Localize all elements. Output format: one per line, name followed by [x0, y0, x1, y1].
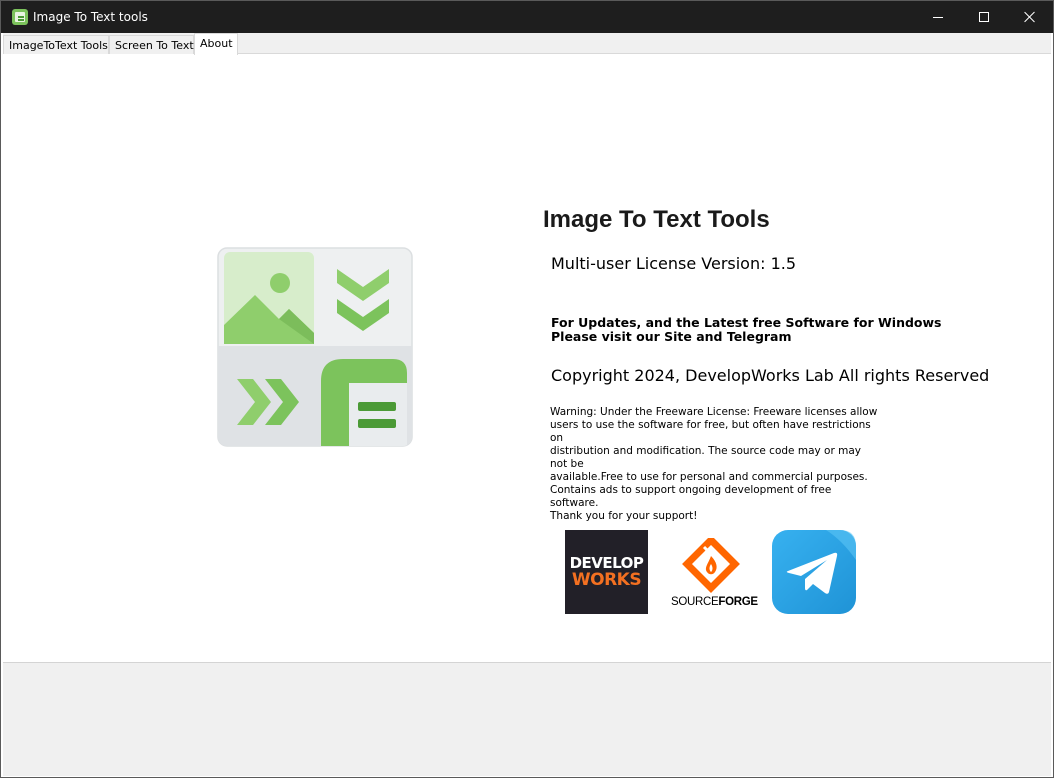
- sourceforge-text-bold: FORGE: [718, 596, 758, 608]
- developworks-link[interactable]: DEVELOP WORKS: [565, 530, 648, 614]
- telegram-icon[interactable]: [772, 530, 856, 614]
- about-panel: Image To Text Tools Multi-user License V…: [3, 54, 1051, 662]
- close-icon: [1024, 11, 1036, 23]
- tab-imagetotext-tools[interactable]: ImageToText Tools: [3, 35, 109, 54]
- updates-line-1: For Updates, and the Latest free Softwar…: [551, 315, 942, 330]
- sourceforge-icon: [682, 535, 740, 593]
- sourceforge-text-light: SOURCE: [671, 596, 719, 608]
- app-icon: [12, 9, 28, 25]
- tab-about[interactable]: About: [194, 33, 238, 55]
- developworks-logo-line2: WORKS: [571, 570, 642, 590]
- updates-line-2: Please visit our Site and Telegram: [551, 329, 792, 344]
- warning-line: Contains ads to support ongoing developm…: [550, 484, 832, 509]
- window-title: Image To Text tools: [33, 10, 148, 24]
- maximize-button[interactable]: [961, 1, 1007, 33]
- app-name-heading: Image To Text Tools: [543, 206, 770, 233]
- copyright-label: Copyright 2024, DevelopWorks Lab All rig…: [551, 366, 990, 385]
- warning-line: distribution and modification. The sourc…: [550, 445, 862, 470]
- minimize-button[interactable]: [915, 1, 961, 33]
- tab-screen-to-text[interactable]: Screen To Text: [109, 35, 194, 54]
- warning-line: Warning: Under the Freeware License: Fre…: [550, 406, 878, 418]
- tab-strip: ImageToText Tools Screen To Text About: [3, 33, 1051, 55]
- updates-notice: For Updates, and the Latest free Softwar…: [551, 316, 942, 344]
- maximize-icon: [979, 12, 989, 22]
- app-logo-icon: [217, 247, 413, 447]
- app-window: Image To Text tools ImageToText Tools Sc…: [0, 0, 1054, 778]
- warning-line: available.Free to use for personal and c…: [550, 471, 868, 483]
- warning-line: Thank you for your support!: [550, 510, 698, 522]
- version-label: Multi-user License Version: 1.5: [551, 254, 797, 273]
- license-warning: Warning: Under the Freeware License: Fre…: [550, 406, 880, 523]
- sourceforge-wordmark: SOURCEFORGE: [671, 596, 758, 608]
- sourceforge-link[interactable]: SOURCEFORGE: [667, 535, 758, 616]
- status-area: [3, 662, 1051, 776]
- warning-line: users to use the software for free, but …: [550, 419, 871, 444]
- close-button[interactable]: [1007, 1, 1053, 33]
- minimize-icon: [933, 16, 943, 18]
- title-bar[interactable]: Image To Text tools: [1, 1, 1053, 33]
- developworks-logo-line1: DEVELOP: [569, 554, 644, 572]
